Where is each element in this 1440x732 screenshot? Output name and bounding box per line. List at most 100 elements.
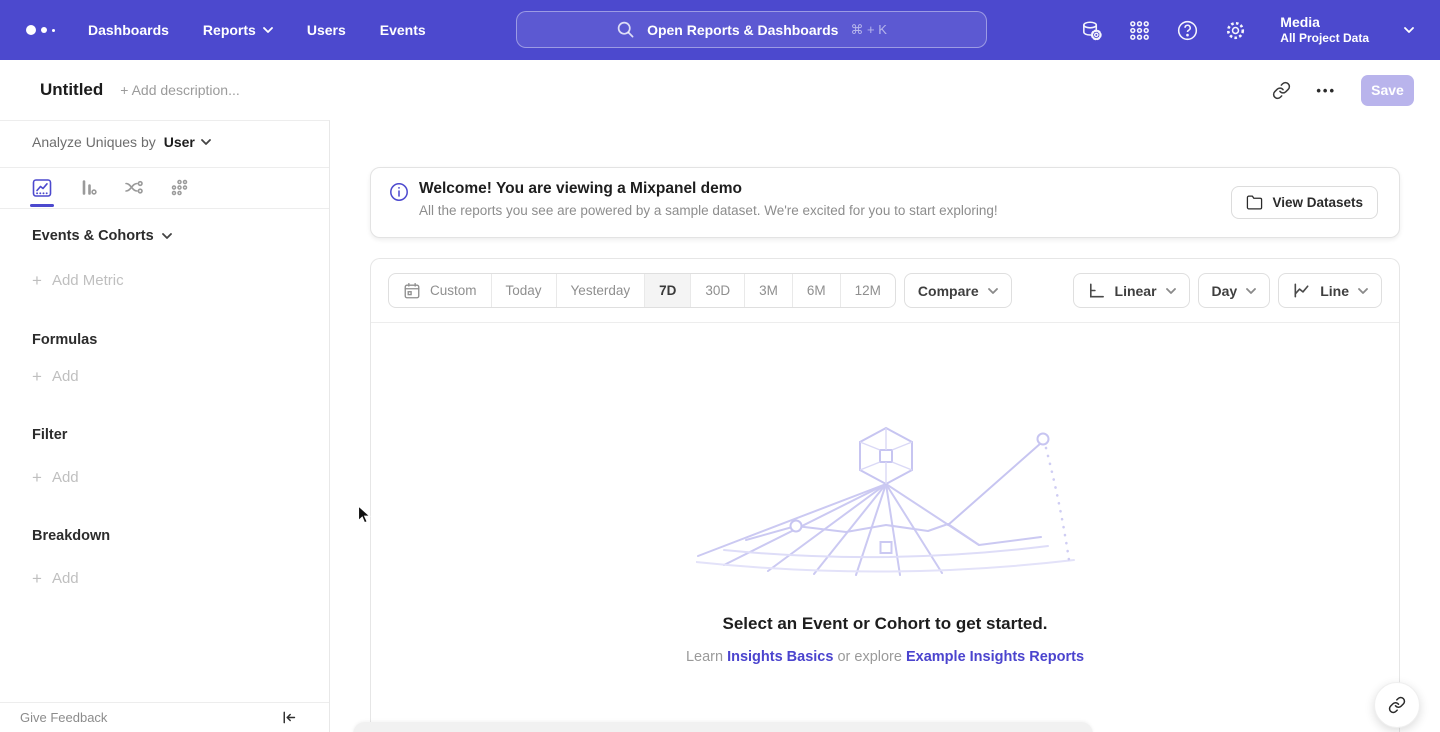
nav-dashboards-label: Dashboards	[88, 22, 169, 38]
events-cohorts-section[interactable]: Events & Cohorts	[32, 228, 172, 244]
tab-line-chart[interactable]	[30, 176, 54, 200]
nav-users-label: Users	[307, 22, 346, 38]
range-12m-label: 12M	[855, 283, 881, 298]
line-chart-icon	[31, 177, 53, 199]
linear-axis-icon	[1087, 281, 1106, 300]
nav-events[interactable]: Events	[380, 22, 426, 38]
date-range-control: Custom Today Yesterday 7D 30D 3M 6M 12M	[388, 273, 896, 308]
metrics-grid-icon	[169, 177, 191, 199]
chevron-down-icon	[162, 233, 172, 239]
chevron-down-icon	[201, 139, 211, 145]
scale-label: Linear	[1115, 283, 1157, 299]
view-datasets-button[interactable]: View Datasets	[1231, 186, 1378, 219]
report-description-placeholder[interactable]: + Add description...	[120, 82, 239, 98]
scale-dropdown[interactable]: Linear	[1073, 273, 1190, 308]
add-filter-label: Add	[52, 469, 79, 486]
add-metric-button[interactable]: + Add Metric	[32, 272, 124, 289]
example-reports-link[interactable]: Example Insights Reports	[906, 649, 1084, 665]
help-icon[interactable]	[1176, 19, 1199, 42]
query-sidebar: Analyze Uniques by User	[0, 120, 330, 732]
copy-link-icon[interactable]	[1272, 81, 1291, 100]
range-3m[interactable]: 3M	[744, 274, 792, 307]
empty-state-subtitle: Learn Insights Basics or explore Example…	[371, 649, 1399, 665]
report-header: Untitled + Add description... ••• Save	[0, 60, 1440, 120]
more-options-icon[interactable]: •••	[1316, 83, 1336, 98]
calendar-icon	[403, 282, 421, 300]
range-30d-label: 30D	[705, 283, 730, 298]
info-icon	[389, 182, 409, 202]
range-7d[interactable]: 7D	[644, 274, 690, 307]
range-yesterday[interactable]: Yesterday	[556, 274, 645, 307]
nav-reports-label: Reports	[203, 22, 256, 38]
report-card: Custom Today Yesterday 7D 30D 3M 6M 12M …	[370, 258, 1400, 732]
results-table-peek[interactable]	[353, 722, 1093, 732]
chart-type-label: Line	[1320, 283, 1349, 299]
tab-bar-chart[interactable]	[76, 176, 100, 200]
tab-metrics-grid[interactable]	[168, 176, 192, 200]
breakdown-title: Breakdown	[32, 528, 110, 544]
search-shortcut: ⌘ + K	[850, 22, 887, 38]
range-today[interactable]: Today	[491, 274, 556, 307]
add-breakdown-button[interactable]: + Add	[32, 570, 79, 587]
range-7d-label: 7D	[659, 283, 676, 298]
analyze-by-dropdown[interactable]: User	[164, 134, 211, 150]
top-nav-right: Media All Project Data	[1080, 14, 1414, 46]
share-link-fab[interactable]	[1374, 682, 1420, 728]
banner-title: Welcome! You are viewing a Mixpanel demo	[419, 180, 998, 198]
range-6m-label: 6M	[807, 283, 826, 298]
chart-display-controls: Linear Day Line	[1073, 273, 1382, 308]
tab-flow-chart[interactable]	[122, 176, 146, 200]
range-3m-label: 3M	[759, 283, 778, 298]
sidebar-footer: Give Feedback	[0, 702, 329, 732]
plus-icon: +	[32, 571, 42, 586]
report-title[interactable]: Untitled	[40, 80, 103, 100]
analyze-row: Analyze Uniques by User	[32, 134, 211, 150]
chart-type-dropdown[interactable]: Line	[1278, 273, 1382, 308]
chevron-down-icon	[1166, 288, 1176, 294]
range-custom[interactable]: Custom	[389, 274, 491, 307]
range-30d[interactable]: 30D	[690, 274, 744, 307]
welcome-banner: Welcome! You are viewing a Mixpanel demo…	[370, 167, 1400, 238]
project-switcher[interactable]: Media All Project Data	[1280, 14, 1369, 46]
learn-prefix: Learn	[686, 649, 723, 665]
explore-text: or explore	[837, 649, 901, 665]
chevron-down-icon	[1358, 288, 1368, 294]
range-today-label: Today	[506, 283, 542, 298]
range-12m[interactable]: 12M	[840, 274, 895, 307]
chart-toolbar: Custom Today Yesterday 7D 30D 3M 6M 12M …	[371, 259, 1399, 323]
events-cohorts-title: Events & Cohorts	[32, 228, 154, 244]
chevron-down-icon[interactable]	[1404, 27, 1414, 33]
compare-dropdown[interactable]: Compare	[904, 273, 1012, 308]
plus-icon: +	[32, 470, 42, 485]
insights-basics-link[interactable]: Insights Basics	[727, 649, 833, 665]
settings-gear-icon[interactable]	[1224, 19, 1247, 42]
nav-reports[interactable]: Reports	[203, 22, 273, 38]
apps-grid-icon[interactable]	[1128, 19, 1151, 42]
search-placeholder: Open Reports & Dashboards	[647, 22, 838, 38]
banner-text: Welcome! You are viewing a Mixpanel demo…	[419, 168, 998, 218]
nav-users[interactable]: Users	[307, 22, 346, 38]
analyze-by-value: User	[164, 134, 195, 150]
add-formula-button[interactable]: + Add	[32, 368, 79, 385]
folder-icon	[1246, 194, 1263, 211]
filter-section: Filter	[32, 427, 67, 443]
interval-dropdown[interactable]: Day	[1198, 273, 1271, 308]
add-breakdown-label: Add	[52, 570, 79, 587]
add-filter-button[interactable]: + Add	[32, 469, 79, 486]
nav-dashboards[interactable]: Dashboards	[88, 22, 169, 38]
project-name: Media	[1280, 14, 1369, 31]
save-button[interactable]: Save	[1361, 75, 1414, 106]
formulas-title: Formulas	[32, 332, 97, 348]
divider	[0, 208, 329, 209]
data-management-icon[interactable]	[1080, 19, 1103, 42]
collapse-sidebar-icon[interactable]	[280, 709, 297, 726]
give-feedback-link[interactable]: Give Feedback	[20, 710, 107, 725]
mixpanel-logo-icon[interactable]	[26, 25, 60, 35]
project-subtitle: All Project Data	[1280, 31, 1369, 46]
compare-label: Compare	[918, 283, 979, 299]
bar-chart-icon	[77, 177, 99, 199]
search-icon	[616, 20, 635, 39]
banner-body: All the reports you see are powered by a…	[419, 203, 998, 218]
range-6m[interactable]: 6M	[792, 274, 840, 307]
global-search[interactable]: Open Reports & Dashboards ⌘ + K	[516, 11, 987, 48]
